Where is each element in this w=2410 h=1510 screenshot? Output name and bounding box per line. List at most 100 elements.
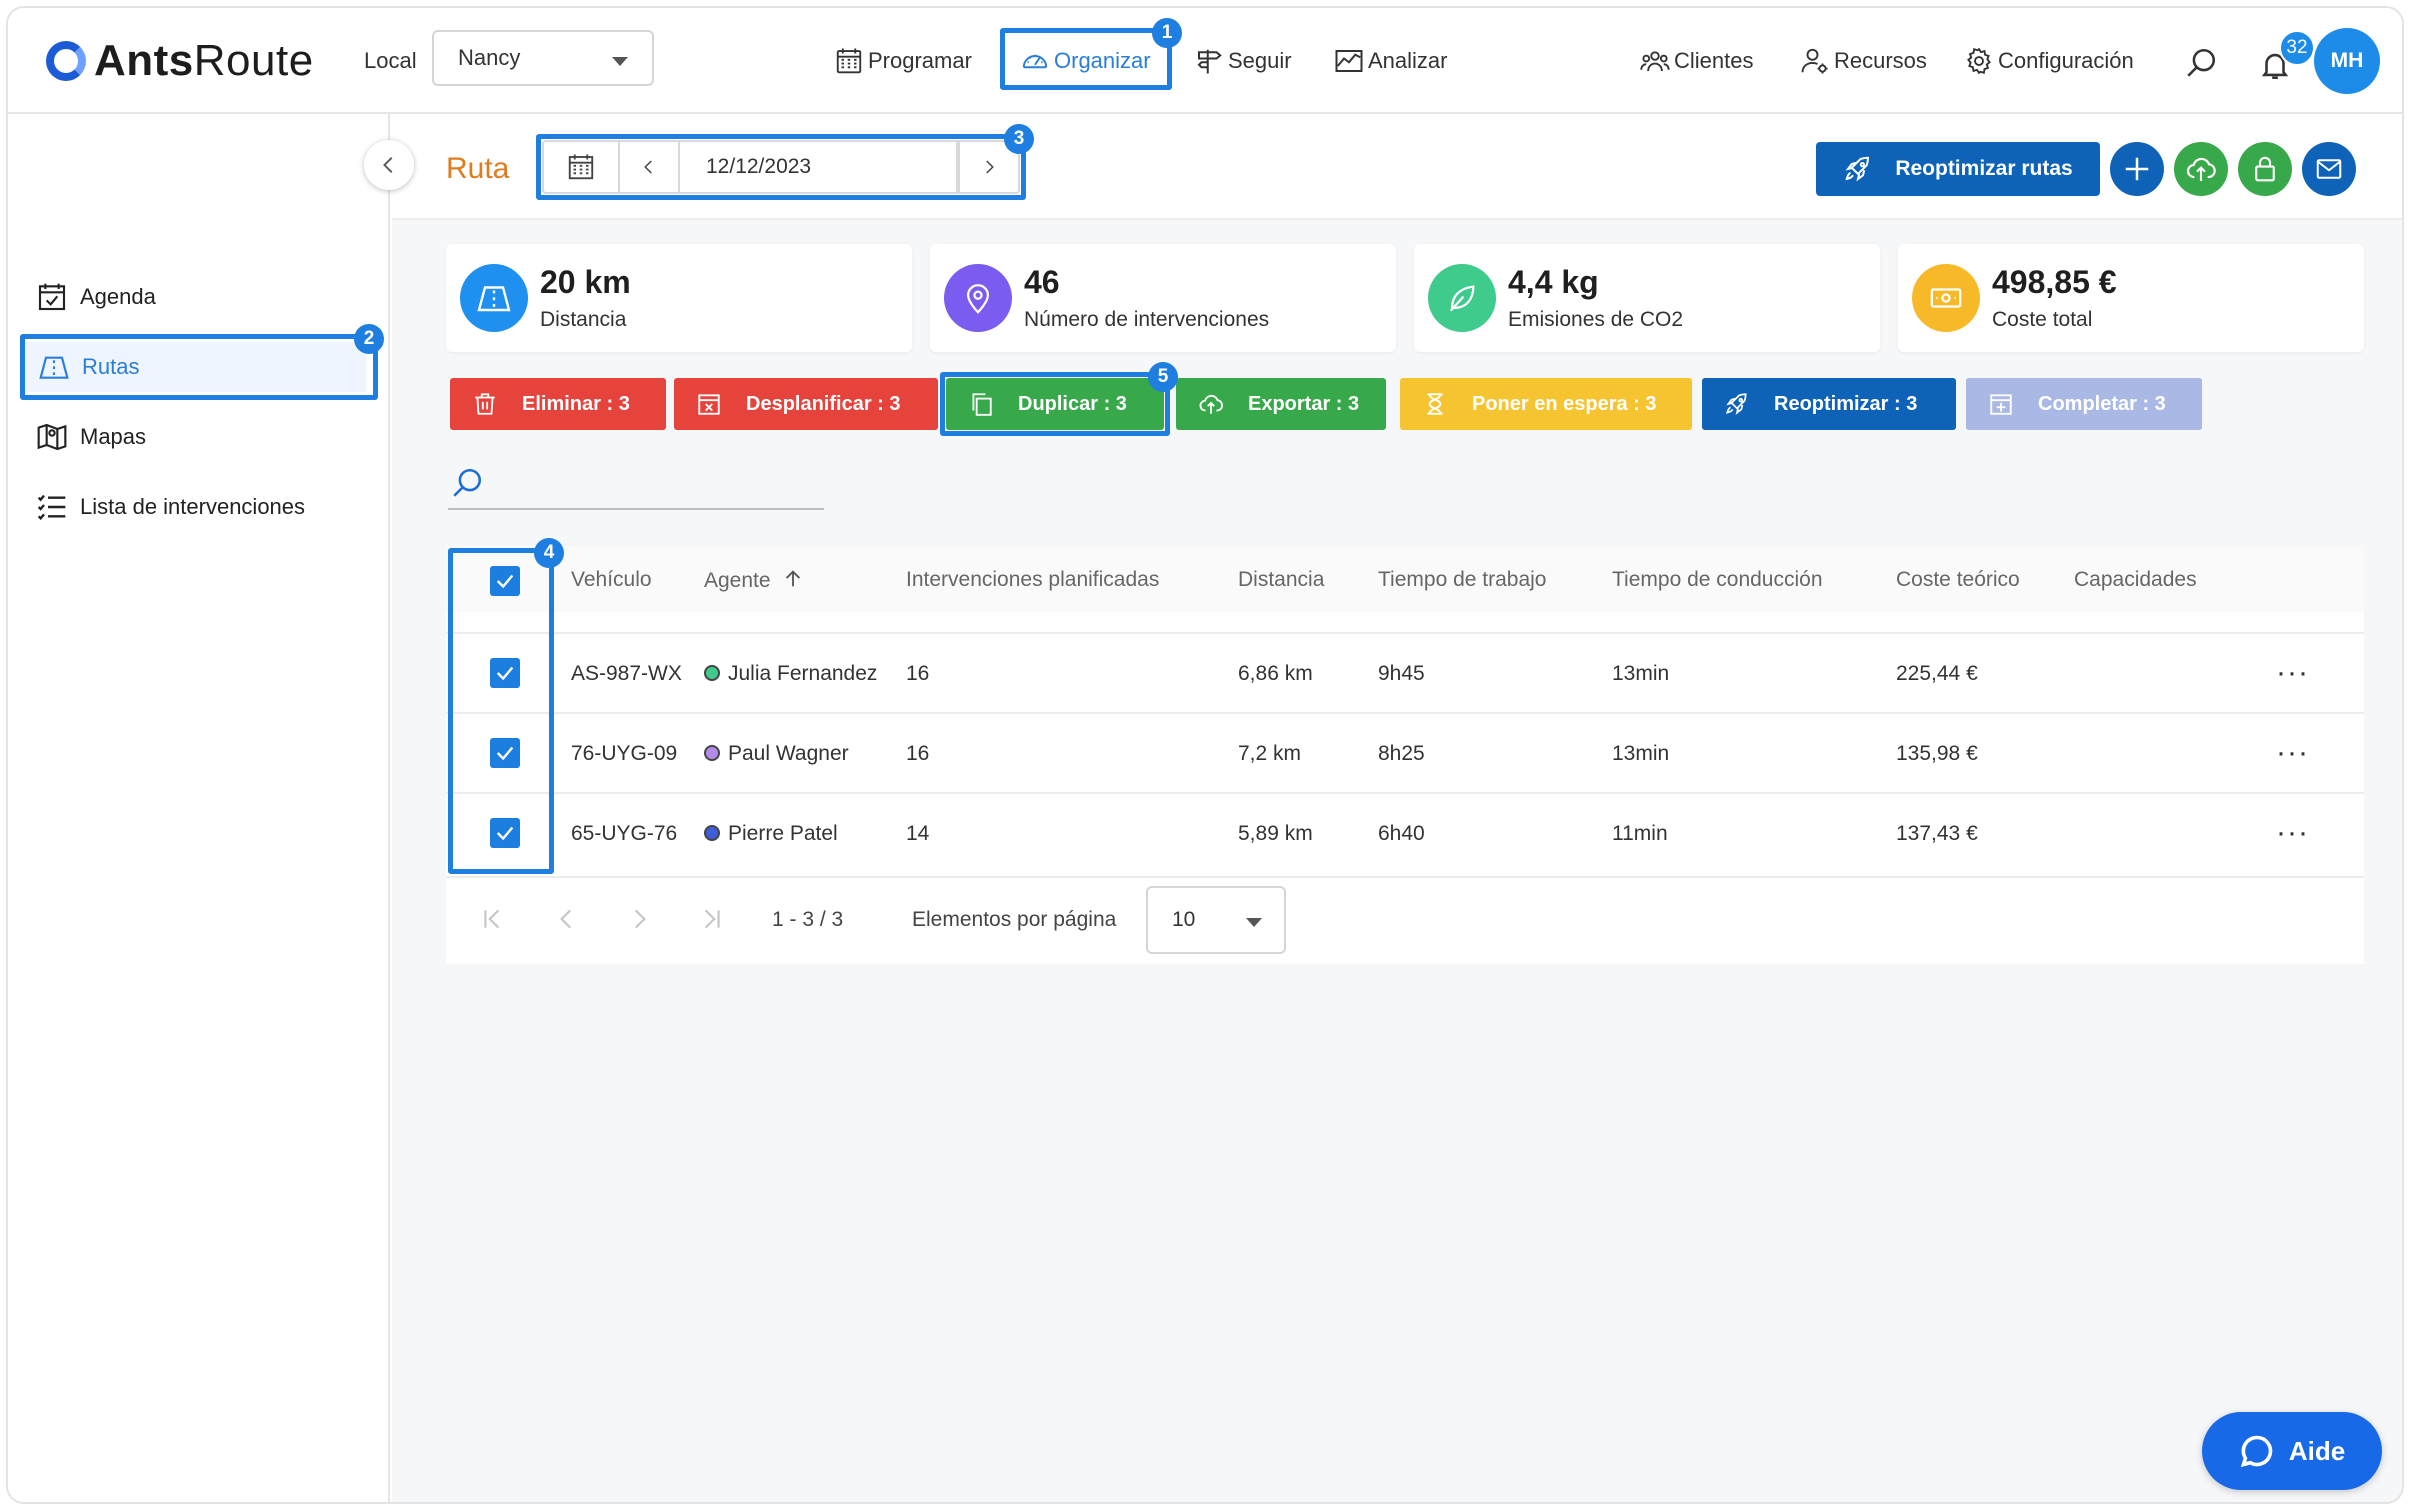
map-pin-icon — [37, 423, 67, 451]
cell-cost: 137,43 € — [1896, 822, 1978, 845]
stat-card-cost: 498,85 € Coste total — [1898, 244, 2364, 352]
search-input[interactable] — [448, 460, 824, 510]
table-row[interactable]: 65-UYG-76 Pierre Patel 14 5,89 km 6h40 1… — [446, 792, 2364, 872]
signpost-icon — [1197, 49, 1222, 74]
export-button-label: Exportar : 3 — [1248, 392, 1360, 415]
cell-work-time: 9h45 — [1378, 662, 1425, 685]
unplan-button[interactable]: Desplanificar : 3 — [674, 378, 938, 430]
cell-interventions: 14 — [906, 822, 930, 845]
cloud-upload-icon — [1199, 394, 1224, 414]
previous-page-icon[interactable] — [554, 906, 580, 932]
local-select[interactable]: Nancy — [432, 30, 654, 86]
logo-text: AntsRoute — [94, 36, 314, 85]
sidebar-item-label: Agenda — [80, 284, 156, 309]
cell-interventions: 16 — [906, 662, 930, 685]
sidebar-item-mapas[interactable]: Mapas — [36, 412, 146, 462]
cell-vehicle: AS-987-WX — [571, 662, 682, 685]
email-button[interactable] — [2302, 142, 2356, 196]
complete-button[interactable]: Completar : 3 — [1966, 378, 2202, 430]
first-page-icon[interactable] — [480, 906, 506, 932]
cell-drive-time: 13min — [1612, 742, 1670, 765]
add-button[interactable] — [2110, 142, 2164, 196]
sidebar-item-lista-intervenciones[interactable]: Lista de intervenciones — [36, 482, 305, 532]
reoptimize-routes-button[interactable]: Reoptimizar rutas — [1816, 142, 2100, 196]
collapse-sidebar-button[interactable] — [364, 140, 414, 190]
location-pin-icon — [944, 264, 1012, 332]
sidebar-item-agenda[interactable]: Agenda — [36, 272, 156, 322]
highlight-box-organizar — [1000, 28, 1172, 90]
sidebar-item-label: Lista de intervenciones — [80, 494, 306, 519]
stat-value: 4,4 kg — [1508, 264, 1599, 300]
money-icon — [1912, 264, 1980, 332]
logo[interactable]: AntsRoute — [46, 36, 314, 86]
stat-card-co2: 4,4 kg Emisiones de CO2 — [1414, 244, 1880, 352]
column-header-distance[interactable]: Distancia — [1238, 568, 1324, 592]
column-header-capacities[interactable]: Capacidades — [2074, 568, 2197, 592]
per-page-label: Elementos por página — [912, 908, 1117, 931]
nav-recursos[interactable]: Recursos — [1800, 38, 1927, 84]
cloud-upload-icon — [2186, 157, 2216, 181]
cell-vehicle: 76-UYG-09 — [571, 742, 678, 765]
search-icon[interactable] — [2184, 46, 2218, 80]
nav-clientes[interactable]: Clientes — [1640, 38, 1753, 84]
annotation-badge-2: 2 — [354, 324, 384, 354]
cell-agent: Julia Fernandez — [704, 662, 877, 686]
stat-value: 498,85 € — [1992, 264, 2117, 300]
cell-distance: 5,89 km — [1238, 822, 1313, 845]
lock-icon — [2255, 156, 2275, 182]
column-header-vehicle[interactable]: Vehículo — [571, 568, 652, 592]
nav-seguir-label: Seguir — [1228, 48, 1292, 73]
last-page-icon[interactable] — [698, 906, 724, 932]
export-button[interactable]: Exportar : 3 — [1176, 378, 1386, 430]
cell-distance: 6,86 km — [1238, 662, 1313, 685]
row-more-options-button[interactable]: ··· — [2276, 656, 2309, 690]
per-page-select[interactable]: 10 — [1146, 886, 1286, 954]
app-window: AntsRoute Local Nancy Programar Organiza… — [6, 6, 2404, 1504]
nav-seguir[interactable]: Seguir — [1194, 38, 1292, 84]
help-chat-button[interactable]: Aide — [2202, 1412, 2382, 1490]
nav-configuracion[interactable]: Configuración — [1964, 38, 2134, 84]
local-select-value: Nancy — [458, 45, 521, 70]
resources-icon — [1801, 48, 1828, 74]
cell-interventions: 16 — [906, 742, 930, 765]
annotation-badge-3: 3 — [1004, 124, 1034, 154]
cell-agent-name: Julia Fernandez — [728, 662, 878, 685]
annotation-badge-4: 4 — [534, 538, 564, 568]
cell-distance: 7,2 km — [1238, 742, 1302, 765]
cloud-upload-button[interactable] — [2174, 142, 2228, 196]
column-header-cost[interactable]: Coste teórico — [1896, 568, 2020, 592]
column-header-agent[interactable]: Agente — [704, 568, 804, 593]
table-row[interactable]: 76-UYG-09 Paul Wagner 16 7,2 km 8h25 13m… — [446, 712, 2364, 792]
nav-recursos-label: Recursos — [1834, 48, 1927, 73]
next-page-icon[interactable] — [626, 906, 652, 932]
reoptimize-button[interactable]: Reoptimizar : 3 — [1702, 378, 1956, 430]
agenda-icon — [38, 283, 66, 311]
table-header: Vehículo Agente Intervenciones planifica… — [446, 546, 2364, 612]
column-header-interventions[interactable]: Intervenciones planificadas — [906, 568, 1159, 592]
chart-icon — [1335, 50, 1363, 72]
lock-button[interactable] — [2238, 142, 2292, 196]
agent-color-dot — [704, 825, 720, 841]
avatar[interactable]: MH — [2314, 28, 2380, 94]
table-row[interactable]: AS-987-WX Julia Fernandez 16 6,86 km 9h4… — [446, 632, 2364, 712]
annotation-badge-5: 5 — [1148, 362, 1178, 392]
put-on-hold-button[interactable]: Poner en espera : 3 — [1400, 378, 1692, 430]
local-label: Local — [364, 48, 417, 73]
column-header-drive-time[interactable]: Tiempo de conducción — [1612, 568, 1823, 592]
nav-programar[interactable]: Programar — [834, 38, 972, 84]
stat-label: Coste total — [1992, 308, 2093, 331]
row-more-options-button[interactable]: ··· — [2276, 736, 2309, 770]
cell-agent: Pierre Patel — [704, 822, 838, 846]
nav-analizar[interactable]: Analizar — [1334, 38, 1447, 84]
row-more-options-button[interactable]: ··· — [2276, 816, 2309, 850]
agent-color-dot — [704, 665, 720, 681]
nav-analizar-label: Analizar — [1368, 48, 1448, 73]
logo-mark-icon — [46, 41, 86, 81]
nav-programar-label: Programar — [868, 48, 972, 73]
routes-table: Vehículo Agente Intervenciones planifica… — [446, 546, 2364, 964]
help-label: Aide — [2288, 1435, 2346, 1466]
delete-button[interactable]: Eliminar : 3 — [450, 378, 666, 430]
delete-button-label: Eliminar : 3 — [522, 392, 630, 415]
highlight-box-rutas — [20, 334, 378, 400]
column-header-work-time[interactable]: Tiempo de trabajo — [1378, 568, 1546, 592]
